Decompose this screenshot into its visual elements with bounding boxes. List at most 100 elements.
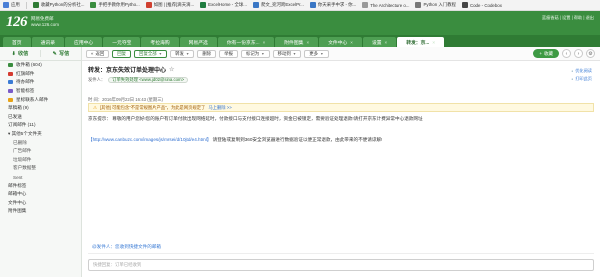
- sidebar-item[interactable]: 邮箱中心: [0, 190, 81, 199]
- settings-icon[interactable]: ⚙: [586, 49, 595, 58]
- nav-tab-label: 一元夺宝: [112, 40, 132, 46]
- sidebar-item[interactable]: 邮件标签: [0, 181, 81, 190]
- bookmark-item[interactable]: Python 入门教程: [415, 2, 456, 8]
- sidebar-item[interactable]: 红旗邮件: [0, 70, 81, 79]
- nav-tab[interactable]: 附件图集 ×: [275, 37, 319, 47]
- divider: [88, 253, 594, 254]
- sidebar-item-label: 客户数据整: [13, 165, 36, 171]
- back-button[interactable]: « 返回: [86, 49, 110, 58]
- bookmark-item[interactable]: Code - Codebox: [461, 2, 502, 8]
- header-links[interactable]: 蓝瘦香菇 | 设置 | 帮助 | 退出: [542, 15, 594, 21]
- sidebar-item[interactable]: 智能标签: [0, 87, 81, 96]
- sidebar-item[interactable]: ▾ 其他5个文件夹: [0, 130, 81, 139]
- mail-toolbar: « 返回 回复 回复全部 ▼ 转发 ▼ 删除 举报 标记为 ▼ 移动到 ▼ 更多…: [82, 47, 600, 61]
- nav-tab[interactable]: 通讯录: [31, 37, 65, 47]
- sidebar-item[interactable]: 已发送: [0, 113, 81, 122]
- next-mail-icon[interactable]: ›: [574, 49, 583, 58]
- nav-tab[interactable]: 转发：京... ×: [397, 37, 445, 47]
- nav-tab[interactable]: 应用中心: [65, 37, 103, 47]
- back-label: 返回: [95, 50, 105, 56]
- optimized-read-link[interactable]: 优化阅读: [571, 67, 592, 75]
- close-icon[interactable]: ×: [263, 40, 266, 45]
- sidebar-item-label: 草稿箱 (9): [8, 105, 29, 111]
- nav-tab[interactable]: 你有一份京东... ×: [217, 37, 275, 47]
- forward-button[interactable]: 转发 ▼: [170, 49, 195, 58]
- prev-mail-icon[interactable]: ‹: [562, 49, 571, 58]
- bookmark-item[interactable]: 你天采手中求 - 你...: [309, 2, 356, 8]
- sidebar-actions: ⬇ 收信 ✎ 写信: [0, 47, 81, 61]
- body-url[interactable]: 【http://www.canbuzc.com/images/js/mrsei/…: [88, 137, 211, 142]
- compose-icon: ✎: [52, 50, 57, 57]
- time-row: 时 间：2016年09月22日 16:43 (星期三): [88, 97, 594, 103]
- sidebar-item[interactable]: Sent: [0, 173, 81, 182]
- bookmark-item[interactable]: 如图 | [推荐]滴天滴...: [145, 2, 194, 8]
- sidebar-item[interactable]: 文件中心: [0, 199, 81, 208]
- compose-label: 写信: [58, 51, 70, 57]
- move-to-button[interactable]: 移动到 ▼: [272, 49, 302, 58]
- sidebar-item[interactable]: 待办邮件: [0, 78, 81, 87]
- sidebar-item[interactable]: 草稿箱 (9): [0, 104, 81, 113]
- bookmark-icon: [145, 2, 152, 8]
- more-button[interactable]: 更多 ▼: [304, 49, 329, 58]
- nav-tab[interactable]: 设置 ×: [362, 37, 397, 47]
- bookmark-item[interactable]: 收藏Python的分析社...: [32, 2, 85, 8]
- mail-logo[interactable]: 126: [6, 14, 28, 31]
- close-icon[interactable]: ×: [432, 40, 435, 45]
- bookmark-label: 收藏Python的分析社...: [40, 2, 85, 7]
- nav-tab[interactable]: 一元夺宝: [103, 37, 141, 47]
- reply-label: 回复: [117, 50, 127, 56]
- quick-reply-input[interactable]: 快捷回复：订单已经收到: [88, 259, 594, 271]
- mark-as-button[interactable]: 标记为 ▼: [240, 49, 270, 58]
- bookmark-label: ExcelHome - 全球...: [208, 2, 247, 7]
- warning-link[interactable]: 马上删除 >>: [208, 105, 231, 111]
- bookmark-icon: [200, 2, 207, 8]
- bookmark-label: Code - Codebox: [469, 2, 502, 8]
- bookmark-item[interactable]: 爬文_宛河跨ExcelPr...: [252, 2, 304, 8]
- nav-tab[interactable]: 考拉海购: [141, 37, 179, 47]
- close-icon[interactable]: ×: [306, 40, 309, 45]
- close-icon[interactable]: ×: [350, 40, 353, 45]
- receive-label: 收信: [17, 51, 29, 57]
- sidebar-item[interactable]: 星标联系人邮件: [0, 95, 81, 104]
- sidebar-item[interactable]: 客户数据整: [0, 164, 81, 173]
- bookmark-item[interactable]: 手把手教你用Pytho...: [90, 2, 140, 8]
- bookmark-icon: [90, 2, 97, 8]
- collect-button[interactable]: + 收藏: [533, 49, 559, 58]
- bookmark-icon: [362, 2, 369, 8]
- sidebar-item[interactable]: 已删除: [0, 138, 81, 147]
- chevron-down-icon: ▼: [158, 51, 163, 56]
- bookmark-separator: [25, 1, 27, 9]
- reply-button[interactable]: 回复: [112, 49, 132, 58]
- delete-button[interactable]: 删除: [197, 49, 217, 58]
- mail-header-info: 转发：京东失效订单处理中心 ☆ 发件人： 订单失效处理 <www.jd02@si…: [82, 61, 600, 103]
- nav-tab-label: 通讯录: [40, 40, 56, 46]
- reply-all-button[interactable]: 回复全部 ▼: [134, 49, 168, 58]
- sidebar-item-label: 广告邮件: [13, 148, 32, 154]
- sidebar-item-label: Sent: [13, 174, 23, 180]
- bookmark-item[interactable]: ExcelHome - 全球...: [200, 2, 247, 8]
- nav-tab-label: 文件中心: [328, 40, 348, 46]
- sender-pill[interactable]: 订单失效处理 <www.jd02@sina.com>: [108, 77, 189, 83]
- reply-link[interactable]: @发件人：您收到快捷文件的邮箱: [92, 244, 161, 250]
- warning-icon: ⚠: [93, 104, 97, 110]
- nav-tab[interactable]: 文件中心 ×: [319, 37, 362, 47]
- report-button[interactable]: 举报: [219, 49, 238, 58]
- bookmark-item[interactable]: The Architecture o...: [362, 2, 409, 8]
- print-link[interactable]: 打印此页: [571, 75, 592, 83]
- sidebar-item[interactable]: 收件箱 (604): [0, 61, 81, 70]
- bookmark-item[interactable]: 应用: [3, 2, 20, 8]
- sidebar-item[interactable]: 附件图集: [0, 207, 81, 216]
- bookmark-label: 应用: [11, 2, 20, 7]
- compose-button[interactable]: ✎ 写信: [40, 50, 81, 57]
- sidebar-item-label: 红旗邮件: [16, 70, 35, 76]
- sidebar-item[interactable]: 订阅邮件 (11): [0, 121, 81, 130]
- close-icon[interactable]: ×: [385, 40, 388, 45]
- bookmark-icon: [309, 2, 316, 8]
- nav-tab[interactable]: 首页: [3, 37, 31, 47]
- sidebar-item[interactable]: 广告邮件: [0, 147, 81, 156]
- nav-tab[interactable]: 网易严选: [179, 37, 217, 47]
- receive-button[interactable]: ⬇ 收信: [0, 50, 40, 58]
- folder-icon: [8, 71, 13, 76]
- star-icon[interactable]: ☆: [169, 66, 174, 73]
- sidebar-item[interactable]: 垃圾邮件: [0, 156, 81, 165]
